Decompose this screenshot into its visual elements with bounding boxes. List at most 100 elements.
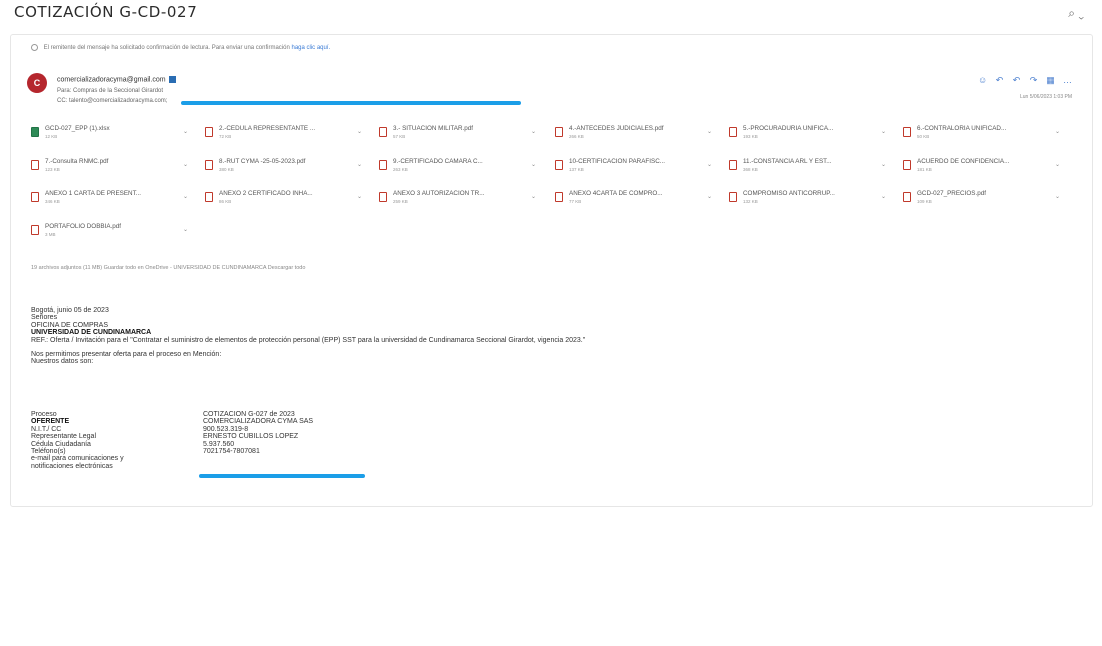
chevron-down-icon[interactable]: ⌄ (707, 193, 712, 200)
attachment-name[interactable]: ANEXO 4CARTA DE COMPRO... (569, 190, 697, 197)
pdf-file-icon (379, 160, 387, 170)
body-salutation: Señores (31, 314, 58, 322)
attachment-name[interactable]: GCD-027_PRECIOS.pdf (917, 190, 1045, 197)
detail-label: Proceso (31, 411, 57, 418)
chevron-down-icon[interactable]: ⌄ (357, 161, 362, 168)
attachment-item[interactable]: 10-CERTIFICACION PARAFISC... 137 KB ⌄ (555, 156, 717, 176)
redaction-mark (199, 474, 365, 478)
attachment-name[interactable]: 8.-RUT CYMA -25-05-2023.pdf (219, 158, 347, 165)
attachment-name[interactable]: ACUERDO DE CONFIDENCIA... (917, 158, 1045, 165)
attachment-name[interactable]: 4.-ANTECEDES JUDICIALES.pdf (569, 125, 697, 132)
to-recipients[interactable]: Para: Compras de la Seccional Girardot (57, 88, 163, 94)
attachment-item[interactable]: 6.-CONTRALORIA UNIFICAD... 50 KB ⌄ (903, 123, 1065, 143)
chevron-down-icon[interactable]: ⌄ (1055, 193, 1060, 200)
attachment-item[interactable]: 4.-ANTECEDES JUDICIALES.pdf 266 KB ⌄ (555, 123, 717, 143)
attachment-name[interactable]: GCD-027_EPP (1).xlsx (45, 125, 173, 132)
send-receipt-link[interactable]: haga clic aquí. (291, 45, 330, 51)
attachment-name[interactable]: 3.- SITUACIÓN MILITAR.pdf (393, 125, 521, 132)
attachment-item[interactable]: 3.- SITUACIÓN MILITAR.pdf 57 KB ⌄ (379, 123, 541, 143)
body-office: OFICINA DE COMPRAS (31, 321, 109, 329)
attachment-item[interactable]: ANEXO 3 AUTORIZACION TR... 259 KB ⌄ (379, 188, 541, 208)
chevron-down-icon[interactable]: ⌄ (707, 161, 712, 168)
attachment-name[interactable]: 10-CERTIFICACION PARAFISC... (569, 158, 697, 165)
chevron-down-icon[interactable]: ⌄ (531, 161, 536, 168)
pdf-file-icon (729, 160, 737, 170)
pdf-file-icon (379, 192, 387, 202)
more-icon[interactable]: … (1063, 75, 1072, 86)
attachment-size: 72 KB (219, 134, 232, 139)
chevron-down-icon[interactable]: ⌄ (1055, 161, 1060, 168)
pdf-file-icon (205, 160, 213, 170)
pdf-file-icon (555, 192, 563, 202)
attachment-item[interactable]: 8.-RUT CYMA -25-05-2023.pdf 380 KB ⌄ (205, 156, 367, 176)
chevron-down-icon[interactable]: ⌄ (881, 193, 886, 200)
attachment-size: 368 KB (743, 167, 758, 172)
attachment-item[interactable]: 7.-Consulta RNMC.pdf 123 KB ⌄ (31, 156, 193, 176)
attachment-name[interactable]: 7.-Consulta RNMC.pdf (45, 158, 173, 165)
zoom-button[interactable]: ⌕ ⌄ (1068, 6, 1084, 21)
attachment-item[interactable]: 5.-PROCURADURIA UNIFICA... 193 KB ⌄ (729, 123, 891, 143)
emoji-icon[interactable]: ☺ (978, 75, 987, 86)
attachment-item[interactable]: GCD-027_PRECIOS.pdf 109 KB ⌄ (903, 188, 1065, 208)
attachment-item[interactable]: 2.-CEDULA REPRESENTANTE ... 72 KB ⌄ (205, 123, 367, 143)
pdf-file-icon (205, 192, 213, 202)
chevron-down-icon[interactable]: ⌄ (183, 226, 188, 233)
message-card: El remitente del mensaje ha solicitado c… (10, 34, 1093, 507)
attachment-item[interactable]: ANEXO 1 CARTA DE PRESENT... 346 KB ⌄ (31, 188, 193, 208)
attachment-item[interactable]: ANEXO 2 CERTIFICADO INHA... 86 KB ⌄ (205, 188, 367, 208)
body-university: UNIVERSIDAD DE CUNDINAMARCA (31, 329, 152, 337)
chevron-down-icon[interactable]: ⌄ (183, 161, 188, 168)
sender-address[interactable]: comercializadoracyma@gmail.com (57, 76, 166, 83)
sender-email[interactable]: comercializadoracyma@gmail.com (57, 76, 176, 83)
attachment-item[interactable]: 9.-CERTIFICADO CAMARA C... 263 KB ⌄ (379, 156, 541, 176)
detail-label: Teléfono(s) (31, 447, 66, 455)
attachment-name[interactable]: 11.-CONSTANCIA ARL Y EST... (743, 158, 871, 165)
attachment-size: 193 KB (743, 134, 758, 139)
attachment-size: 109 KB (917, 199, 932, 204)
attachment-item[interactable]: GCD-027_EPP (1).xlsx 12 KB ⌄ (31, 123, 193, 143)
chevron-down-icon[interactable]: ⌄ (357, 193, 362, 200)
chevron-down-icon[interactable]: ⌄ (183, 193, 188, 200)
attachments-summary[interactable]: 19 archivos adjuntos (11 MB) Guardar tod… (31, 265, 305, 271)
attachment-name[interactable]: 5.-PROCURADURIA UNIFICA... (743, 125, 871, 132)
attachment-name[interactable]: ANEXO 1 CARTA DE PRESENT... (45, 190, 173, 197)
message-date: Lun 5/06/2023 1:03 PM (1020, 94, 1072, 100)
chevron-down-icon[interactable]: ⌄ (707, 128, 712, 135)
chevron-down-icon[interactable]: ⌄ (881, 161, 886, 168)
pdf-file-icon (31, 160, 39, 170)
detail-value: 900.523.319-8 (203, 425, 249, 433)
forward-icon[interactable]: ↷ (1029, 75, 1038, 86)
attachment-name[interactable]: COMPROMISO ANTICORRUP... (743, 190, 871, 197)
attachment-size: 137 KB (569, 167, 584, 172)
attachment-name[interactable]: 2.-CEDULA REPRESENTANTE ... (219, 125, 347, 132)
chevron-down-icon[interactable]: ⌄ (1055, 128, 1060, 135)
reply-icon[interactable]: ↶ (995, 75, 1004, 86)
pdf-file-icon (205, 127, 213, 137)
attachment-name[interactable]: 9.-CERTIFICADO CAMARA C... (393, 158, 521, 165)
attachment-name[interactable]: ANEXO 2 CERTIFICADO INHA... (219, 190, 347, 197)
chevron-down-icon[interactable]: ⌄ (531, 193, 536, 200)
attachment-name[interactable]: PORTAFOLIO DOBBIA.pdf (45, 223, 173, 230)
attachment-item[interactable]: COMPROMISO ANTICORRUP... 132 KB ⌄ (729, 188, 891, 208)
attachment-size: 259 KB (393, 199, 408, 204)
attachment-size: 3 MB (45, 232, 56, 237)
attachment-item[interactable]: ANEXO 4CARTA DE COMPRO... 77 KB ⌄ (555, 188, 717, 208)
attachment-item[interactable]: PORTAFOLIO DOBBIA.pdf 3 MB ⌄ (31, 221, 193, 241)
detail-label: Representante Legal (31, 433, 96, 441)
attachment-item[interactable]: ACUERDO DE CONFIDENCIA... 181 KB ⌄ (903, 156, 1065, 176)
chevron-down-icon[interactable]: ⌄ (531, 128, 536, 135)
apps-icon[interactable]: ▦ (1046, 75, 1055, 86)
pdf-file-icon (903, 127, 911, 137)
attachment-size: 77 KB (569, 199, 582, 204)
chevron-down-icon[interactable]: ⌄ (881, 128, 886, 135)
detail-label: Cédula Ciudadanía (31, 440, 91, 448)
attachment-name[interactable]: 6.-CONTRALORIA UNIFICAD... (917, 125, 1045, 132)
chevron-down-icon[interactable]: ⌄ (183, 128, 188, 135)
attachment-name[interactable]: ANEXO 3 AUTORIZACION TR... (393, 190, 521, 197)
attachment-item[interactable]: 11.-CONSTANCIA ARL Y EST... 368 KB ⌄ (729, 156, 891, 176)
reply-all-icon[interactable]: ↶ (1012, 75, 1021, 86)
attachment-size: 132 KB (743, 199, 758, 204)
cc-recipients[interactable]: CC: talento@comercializadoracyma.com; (57, 98, 167, 104)
chevron-down-icon[interactable]: ⌄ (357, 128, 362, 135)
sender-avatar[interactable]: C (27, 73, 47, 93)
